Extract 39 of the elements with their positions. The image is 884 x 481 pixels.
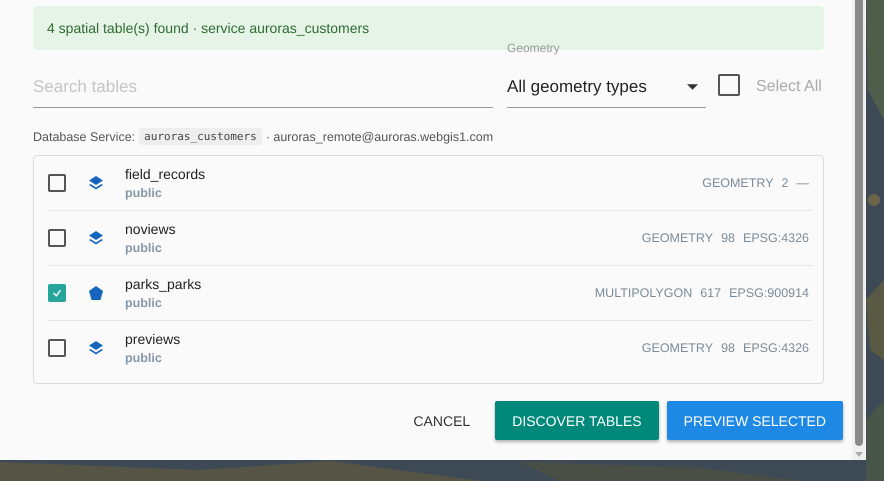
select-all-label: Select All xyxy=(756,78,822,96)
schema-name: public xyxy=(125,241,163,255)
table-meta: 98 xyxy=(721,341,735,355)
geometry-label: Geometry xyxy=(507,41,560,55)
table-meta: — xyxy=(796,176,809,190)
action-button[interactable]: DISCOVER TABLES xyxy=(495,401,659,440)
table-meta: 617 xyxy=(700,286,722,300)
checkbox[interactable] xyxy=(48,229,66,247)
table-meta: MULTIPOLYGON xyxy=(594,286,692,300)
table-meta: EPSG:4326 xyxy=(742,231,809,245)
caret-icon xyxy=(687,84,698,90)
table-name: parks_parks xyxy=(125,276,202,292)
table-name: previews xyxy=(125,331,180,347)
layers-icon xyxy=(88,340,104,356)
table-meta: EPSG:4326 xyxy=(742,341,809,355)
checkbox[interactable] xyxy=(48,339,66,357)
checkbox[interactable] xyxy=(48,174,66,192)
table-name: noviews xyxy=(125,221,176,237)
table-meta: GEOMETRY xyxy=(642,341,714,355)
pentagon-icon xyxy=(88,285,104,301)
checkbox[interactable] xyxy=(48,284,66,302)
action-button[interactable]: PREVIEW SELECTED xyxy=(666,401,843,440)
schema-name: public xyxy=(125,186,163,200)
table-meta: EPSG:900914 xyxy=(729,286,809,300)
table-meta: GEOMETRY xyxy=(642,231,714,245)
scrollbar[interactable] xyxy=(852,0,866,460)
connection-text: · auroras_remote@auroras.webgis1.com xyxy=(266,130,494,144)
table-meta: 98 xyxy=(721,231,735,245)
table-meta: GEOMETRY xyxy=(702,176,774,190)
table-name: field_records xyxy=(125,166,206,182)
layers-icon xyxy=(88,175,104,191)
checkbox[interactable] xyxy=(718,74,740,96)
table-meta: 2 xyxy=(782,176,788,190)
cancel-button[interactable]: CANCEL xyxy=(396,401,488,440)
layers-icon xyxy=(88,230,104,246)
service-code: auroras_customers xyxy=(139,128,262,145)
schema-name: public xyxy=(125,296,163,310)
service-label: Database Service: xyxy=(33,130,136,144)
schema-name: public xyxy=(125,351,163,365)
